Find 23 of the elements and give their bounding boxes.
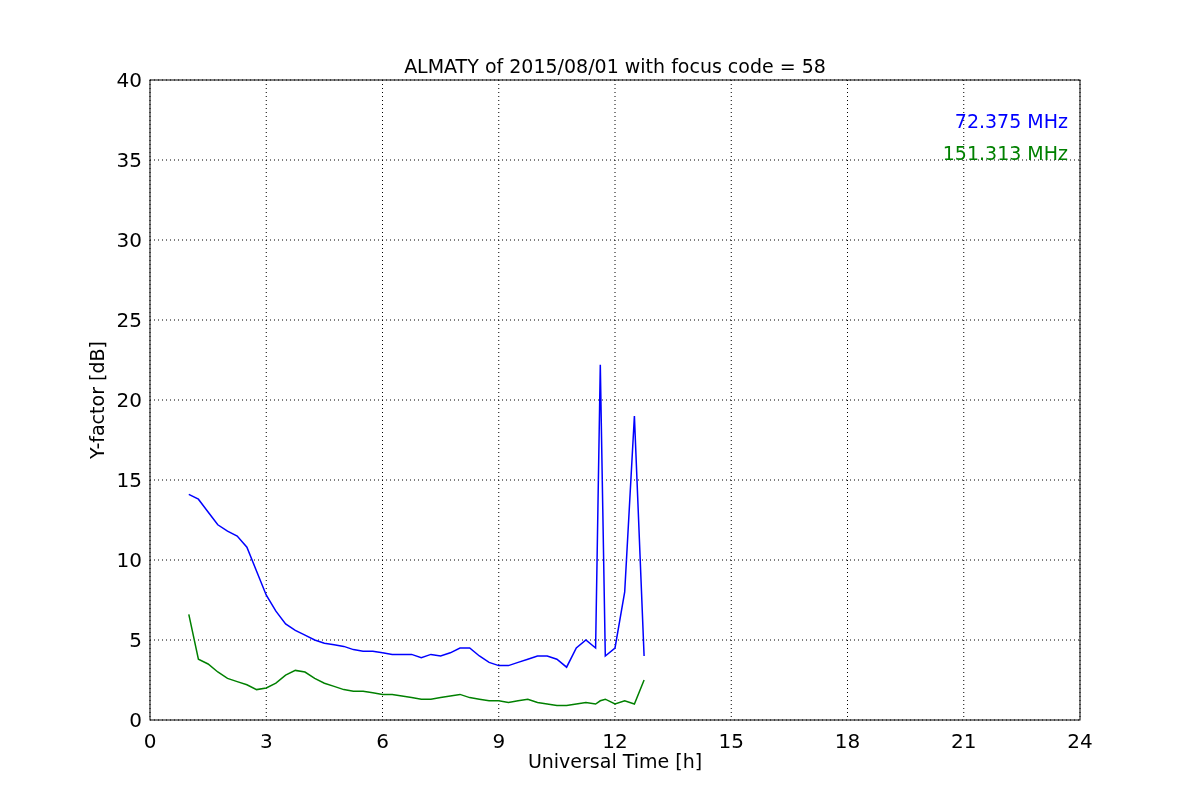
tick-label: 5 <box>129 628 142 652</box>
axis-label: Y-factor [dB] <box>86 341 108 459</box>
tick-label: 10 <box>116 548 142 572</box>
tick-label: 40 <box>116 68 142 92</box>
tick-label: 12 <box>602 729 628 753</box>
chart-title: ALMATY of 2015/08/01 with focus code = 58 <box>404 55 826 77</box>
legend-label: 151.313 MHz <box>942 142 1068 164</box>
tick-label: 18 <box>834 729 861 753</box>
tick-label: 35 <box>116 148 142 172</box>
tick-label: 15 <box>116 468 142 492</box>
tick-label: 0 <box>143 729 157 753</box>
tick-label: 3 <box>259 729 273 753</box>
tick-label: 25 <box>116 308 142 332</box>
tick-label: 6 <box>376 729 389 753</box>
tick-label: 20 <box>116 388 142 412</box>
tick-label: 24 <box>1067 729 1093 753</box>
tick-label: 15 <box>718 729 744 753</box>
tick-label: 30 <box>116 228 142 252</box>
axis-label: Universal Time [h] <box>527 750 703 772</box>
tick-label: 21 <box>951 729 977 753</box>
tick-label: 0 <box>129 708 142 732</box>
legend-label: 72.375 MHz <box>954 110 1068 132</box>
tick-label: 9 <box>492 729 506 753</box>
